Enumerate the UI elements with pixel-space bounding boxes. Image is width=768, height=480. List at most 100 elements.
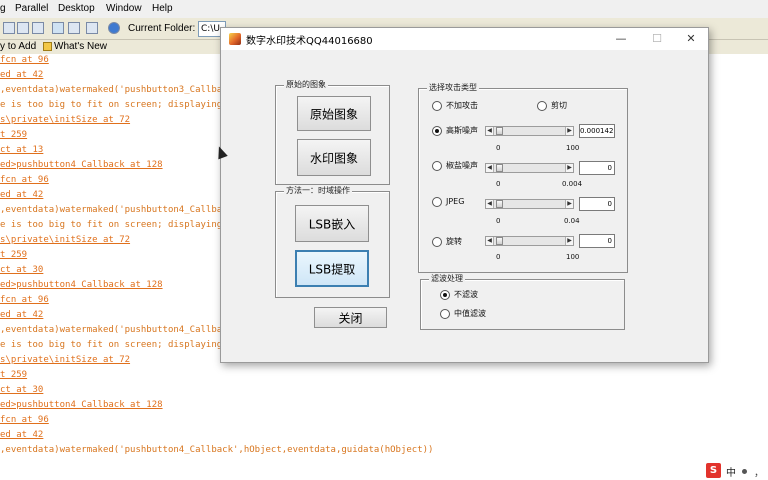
right-arrow-icon[interactable]: ▶ (565, 164, 573, 172)
menu-window[interactable]: Window (106, 3, 142, 14)
menu-help[interactable]: Help (152, 3, 173, 14)
rotate-max: 100 (566, 253, 580, 261)
command-line[interactable]: s\private\initSize at 72 (0, 354, 130, 366)
maximize-button[interactable]: ☐ (645, 30, 669, 48)
jpeg-value-field[interactable]: 0 (579, 197, 615, 211)
command-line[interactable]: ct at 30 (0, 384, 43, 396)
profiler-icon[interactable] (86, 22, 98, 34)
salt-pepper-label: 椒盐噪声 (446, 161, 478, 170)
filter-panel-title: 滤波处理 (429, 274, 465, 284)
original-panel-title: 原始的图象 (284, 80, 328, 90)
crop-label: 剪切 (551, 101, 567, 110)
salt-pepper-value-field[interactable]: 0 (579, 161, 615, 175)
command-line[interactable]: ed>pushbutton4_Callback at 128 (0, 279, 163, 291)
command-line[interactable]: ct at 13 (0, 144, 43, 156)
menu-bar: g Parallel Desktop Window Help (0, 0, 768, 18)
simulink-icon[interactable] (52, 22, 64, 34)
slider-thumb[interactable] (496, 127, 503, 135)
sogou-icon: S (706, 463, 721, 478)
right-arrow-icon[interactable]: ▶ (565, 237, 573, 245)
whats-new-icon (43, 42, 52, 51)
original-image-button[interactable]: 原始图象 (297, 96, 371, 131)
undo-icon[interactable] (3, 22, 15, 34)
matlab-icon (229, 33, 241, 45)
command-line[interactable]: ct at 30 (0, 264, 43, 276)
gaussian-max: 100 (566, 144, 580, 152)
how-to-add-link[interactable]: y to Add (0, 41, 36, 52)
command-line[interactable]: fcn at 96 (0, 174, 49, 186)
figure-title-bar[interactable]: 数字水印技术QQ44016680 — ☐ ✕ (221, 28, 708, 50)
jpeg-slider[interactable]: ◀ ▶ (485, 199, 574, 209)
ime-indicator[interactable]: S 中 ， (706, 463, 764, 479)
salt-pepper-max: 0.004 (562, 180, 583, 188)
command-line[interactable]: ed>pushbutton4_Callback at 128 (0, 399, 163, 411)
command-line[interactable]: ed at 42 (0, 189, 43, 201)
command-line[interactable]: t 259 (0, 129, 27, 141)
salt-pepper-min: 0 (496, 180, 501, 188)
command-line: e is too big to fit on screen; displayin… (0, 220, 233, 230)
lsb-embed-button[interactable]: LSB嵌入 (295, 205, 369, 242)
close-window-button[interactable]: ✕ (679, 30, 703, 48)
attack-type-panel: 选择攻击类型 不加攻击 剪切 高斯噪声 ◀ ▶ 0 100 0.000142 椒… (418, 83, 628, 273)
command-line: e is too big to fit on screen; displayin… (0, 340, 233, 350)
salt-pepper-slider[interactable]: ◀ ▶ (485, 163, 574, 173)
median-filter-label: 中值滤波 (454, 309, 486, 318)
command-line[interactable]: ed at 42 (0, 309, 43, 321)
jpeg-label: JPEG (446, 197, 465, 206)
command-line: ,eventdata)watermaked('pushbutton4_Callb… (0, 325, 223, 335)
left-arrow-icon[interactable]: ◀ (486, 200, 494, 208)
command-line[interactable]: fcn at 96 (0, 294, 49, 306)
method-panel-title: 方法一：时域操作 (284, 186, 352, 196)
close-button[interactable]: 关闭 (314, 307, 387, 328)
rotate-value-field[interactable]: 0 (579, 234, 615, 248)
rotate-label: 旋转 (446, 237, 462, 246)
guide-icon[interactable] (68, 22, 80, 34)
jpeg-min: 0 (496, 217, 501, 225)
watermark-image-button[interactable]: 水印图象 (297, 139, 371, 176)
left-arrow-icon[interactable]: ◀ (486, 127, 494, 135)
figure-window: 数字水印技术QQ44016680 — ☐ ✕ 原始的图象 原始图象 水印图象 方… (220, 27, 709, 363)
no-filter-label: 不滤波 (454, 290, 478, 299)
radio-dot (435, 129, 439, 133)
method-panel: 方法一：时域操作 LSB嵌入 LSB提取 (275, 186, 390, 298)
jpeg-max: 0.04 (564, 217, 580, 225)
slider-thumb[interactable] (496, 164, 503, 172)
command-line[interactable]: ed>pushbutton4_Callback at 128 (0, 159, 163, 171)
left-arrow-icon[interactable]: ◀ (486, 164, 494, 172)
command-line[interactable]: s\private\initSize at 72 (0, 234, 130, 246)
redo-icon[interactable] (17, 22, 29, 34)
gaussian-slider[interactable]: ◀ ▶ (485, 126, 574, 136)
slider-thumb[interactable] (496, 200, 503, 208)
help-icon[interactable] (108, 22, 120, 34)
whats-new-link[interactable]: What's New (54, 41, 107, 52)
command-line[interactable]: s\private\initSize at 72 (0, 114, 130, 126)
left-arrow-icon[interactable]: ◀ (486, 237, 494, 245)
menu-desktop[interactable]: Desktop (58, 3, 95, 14)
command-line[interactable]: fcn at 96 (0, 54, 49, 66)
minimize-button[interactable]: — (609, 30, 633, 48)
command-line[interactable]: t 259 (0, 369, 27, 381)
moon-icon (742, 469, 747, 474)
right-arrow-icon[interactable]: ▶ (565, 200, 573, 208)
command-line: ,eventdata)watermaked('pushbutton4_Callb… (0, 205, 223, 215)
slider-thumb[interactable] (496, 237, 503, 245)
figure-body: 原始的图象 原始图象 水印图象 方法一：时域操作 LSB嵌入 LSB提取 关闭 … (221, 50, 708, 362)
lsb-extract-button[interactable]: LSB提取 (295, 250, 369, 287)
command-line[interactable]: ed at 42 (0, 69, 43, 81)
rotate-slider[interactable]: ◀ ▶ (485, 236, 574, 246)
refresh-icon[interactable] (32, 22, 44, 34)
gaussian-value-field[interactable]: 0.000142 (579, 124, 615, 138)
command-line: e is too big to fit on screen; displayin… (0, 100, 233, 110)
command-line: ,eventdata)watermaked('pushbutton4_Callb… (0, 445, 434, 455)
command-line[interactable]: t 259 (0, 249, 27, 261)
original-image-panel: 原始的图象 原始图象 水印图象 (275, 80, 390, 185)
command-line[interactable]: ed at 42 (0, 429, 43, 441)
command-line[interactable]: fcn at 96 (0, 414, 49, 426)
menu-parallel[interactable]: Parallel (15, 3, 48, 14)
taskbar (0, 460, 768, 480)
filter-panel: 滤波处理 不滤波 中值滤波 (420, 274, 625, 330)
menu-item[interactable]: g (0, 3, 6, 14)
figure-title: 数字水印技术QQ44016680 (246, 36, 373, 47)
right-arrow-icon[interactable]: ▶ (565, 127, 573, 135)
current-folder-label: Current Folder: (128, 23, 196, 34)
